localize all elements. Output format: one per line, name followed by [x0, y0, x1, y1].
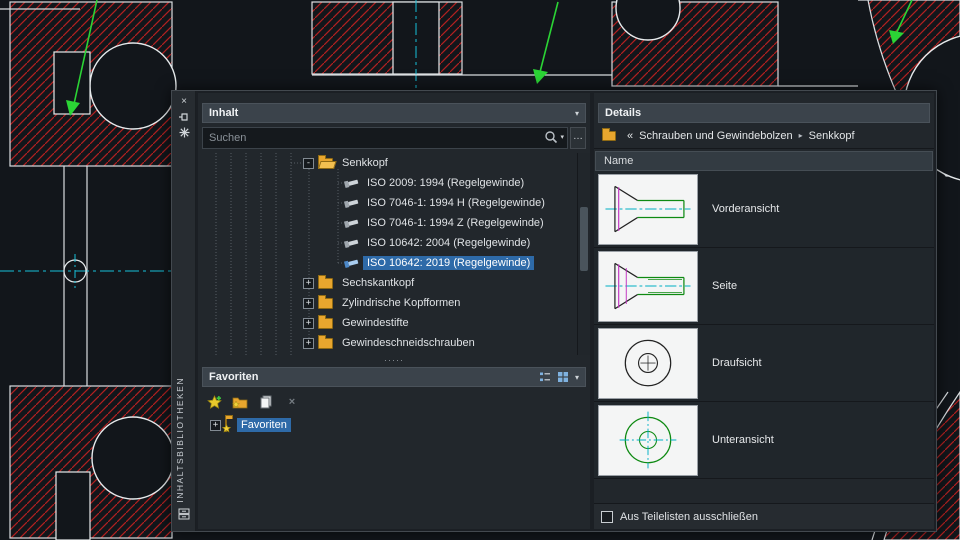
tree-item-gewindeschneidschrauben[interactable]: + Gewindeschneidschrauben: [198, 333, 590, 353]
expand-toggle-icon[interactable]: +: [303, 297, 314, 309]
screw-icon-selected: [344, 259, 359, 268]
folder-icon: [318, 335, 333, 349]
search-input[interactable]: [202, 127, 568, 149]
tree-item-zylindrische-kopfformen[interactable]: + Zylindrische Kopfformen: [198, 293, 590, 313]
screw-icon: [344, 239, 359, 248]
expand-toggle-icon[interactable]: +: [303, 277, 314, 289]
side-view-thumbnail: [598, 250, 698, 322]
favorites-panel-header[interactable]: Favoriten ▾: [202, 367, 586, 387]
library-icon[interactable]: [172, 508, 196, 525]
detail-row-draufsicht[interactable]: Draufsicht: [594, 325, 934, 402]
screw-icon: [344, 179, 359, 188]
breadcrumb-separator-icon: ▸: [798, 131, 803, 140]
exclude-from-partlists-label: Aus Teilelisten ausschließen: [620, 510, 758, 523]
search-filter-chevron-icon[interactable]: ▾: [560, 133, 564, 141]
tree-item-senkkopf[interactable]: - Senkkopf: [198, 153, 590, 173]
top-view-thumbnail: [598, 327, 698, 399]
folder-icon: [318, 275, 333, 289]
search-icon[interactable]: [544, 130, 558, 144]
exclude-from-partlists-checkbox[interactable]: [601, 510, 613, 523]
tree-item-iso-7046-z[interactable]: ISO 7046-1: 1994 Z (Regelgewinde): [198, 213, 590, 233]
details-footer: Aus Teilelisten ausschließen: [594, 503, 934, 529]
folder-icon: [318, 315, 333, 329]
search-options-button[interactable]: …: [570, 127, 586, 149]
pane-splitter[interactable]: ·····: [198, 355, 590, 367]
tree-item-iso-7046-h[interactable]: ISO 7046-1: 1994 H (Regelgewinde): [198, 193, 590, 213]
content-library-palette: × INHALTSBIBLIOTHEKEN Inhalt ▾ Suchen ▾ …: [171, 90, 937, 532]
tree-item-iso-10642-2004[interactable]: ISO 10642: 2004 (Regelgewinde): [198, 233, 590, 253]
details-panel-title: Details: [605, 107, 642, 119]
add-favorite-icon[interactable]: [206, 394, 222, 410]
chevron-down-icon[interactable]: ▾: [575, 373, 579, 382]
folder-icon: [602, 128, 616, 141]
list-view-icon[interactable]: [539, 371, 551, 383]
open-folder-icon: [318, 155, 333, 169]
column-header-name[interactable]: Name: [595, 151, 933, 171]
detail-row-vorderansicht[interactable]: Vorderansicht: [594, 171, 934, 248]
new-favorite-folder-icon[interactable]: [232, 395, 248, 410]
detail-row-seite[interactable]: Seite: [594, 248, 934, 325]
details-list: Vorderansicht Seite Draufsicht Unteransi…: [594, 171, 934, 479]
app-window: × INHALTSBIBLIOTHEKEN Inhalt ▾ Suchen ▾ …: [0, 0, 960, 540]
favorites-root-item[interactable]: + Favoriten: [198, 415, 590, 435]
detail-row-unteransicht[interactable]: Unteransicht: [594, 402, 934, 479]
front-view-thumbnail: [598, 173, 698, 245]
properties-gear-icon[interactable]: [172, 127, 196, 143]
tree-item-iso-2009[interactable]: ISO 2009: 1994 (Regelgewinde): [198, 173, 590, 193]
delete-favorite-icon[interactable]: ×: [284, 395, 300, 410]
expand-toggle-icon[interactable]: +: [303, 317, 314, 329]
palette-vertical-title: INHALTSBIBLIOTHEKEN: [175, 377, 185, 503]
content-pane: Inhalt ▾ ▾: [198, 93, 590, 529]
bottom-view-thumbnail: [598, 404, 698, 476]
chevron-down-icon[interactable]: ▾: [575, 109, 579, 118]
thumbnail-view-icon[interactable]: [557, 371, 569, 383]
favorites-panel-title: Favoriten: [209, 371, 259, 383]
tree-item-sechskantkopf[interactable]: + Sechskantkopf: [198, 273, 590, 293]
tree-item-iso-10642-2019-selected[interactable]: ISO 10642: 2019 (Regelgewinde): [198, 253, 590, 273]
content-panel-title: Inhalt: [209, 107, 239, 119]
copy-icon[interactable]: [258, 395, 274, 410]
favorites-toolbar: ×: [206, 389, 582, 415]
breadcrumb-back[interactable]: «: [627, 130, 633, 142]
collapse-toggle-icon[interactable]: -: [303, 157, 314, 169]
details-pane: Details « Schrauben und Gewindebolzen ▸ …: [594, 93, 934, 529]
details-panel-header: Details: [598, 103, 930, 123]
close-icon[interactable]: ×: [172, 95, 196, 109]
breadcrumb-current: Senkkopf: [808, 129, 855, 142]
scrollbar-thumb[interactable]: [580, 207, 588, 271]
breadcrumb-parent-link[interactable]: Schrauben und Gewindebolzen: [639, 130, 793, 142]
expand-toggle-icon[interactable]: +: [303, 337, 314, 349]
content-tree: - Senkkopf ISO 2009: 1994 (Regelgewinde)…: [198, 153, 590, 355]
tree-scrollbar[interactable]: [577, 153, 590, 355]
palette-title-bar: × INHALTSBIBLIOTHEKEN: [172, 91, 196, 531]
favorites-folder-icon: [222, 418, 232, 433]
content-panel-header[interactable]: Inhalt ▾: [202, 103, 586, 123]
screw-icon: [344, 219, 359, 228]
autohide-pin-icon[interactable]: [172, 111, 196, 128]
expand-toggle-icon[interactable]: +: [210, 419, 221, 431]
folder-icon: [318, 295, 333, 309]
screw-icon: [344, 199, 359, 208]
tree-item-gewindestifte[interactable]: + Gewindestifte: [198, 313, 590, 333]
breadcrumb: « Schrauben und Gewindebolzen ▸ Senkkopf: [594, 123, 934, 149]
